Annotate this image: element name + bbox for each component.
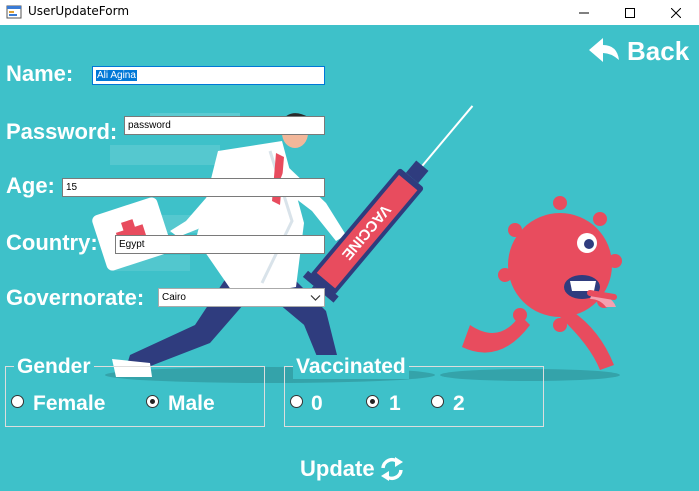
vaccinated-2-radio[interactable]	[431, 395, 444, 408]
maximize-icon	[625, 7, 635, 18]
governorate-label: Governorate:	[6, 285, 145, 310]
maximize-button[interactable]	[607, 0, 653, 25]
country-input-value: Egypt	[119, 239, 145, 250]
chevron-down-icon	[310, 295, 321, 301]
country-input[interactable]: Egypt	[115, 235, 325, 254]
vaccinated-0-radio[interactable]	[290, 395, 303, 408]
vaccinated-2-label: 2	[453, 392, 465, 415]
back-label: Back	[627, 35, 690, 66]
back-button[interactable]: Back	[587, 35, 689, 67]
window-title: UserUpdateForm	[28, 4, 130, 18]
close-icon	[671, 7, 681, 18]
vaccinated-1-radio[interactable]	[366, 395, 379, 408]
refresh-arrows-icon	[380, 457, 403, 481]
name-input[interactable]: Ali Agina	[92, 66, 325, 85]
age-input-value: 15	[66, 182, 78, 193]
name-label: Name:	[6, 61, 74, 86]
age-input[interactable]: 15	[62, 178, 325, 197]
curved-arrow-left-icon	[589, 38, 619, 62]
virus-character	[462, 196, 622, 370]
vaccinated-group-title: Vaccinated	[293, 355, 409, 379]
update-button[interactable]: Update	[300, 455, 406, 483]
password-input[interactable]: password	[124, 116, 325, 135]
governorate-select-value: Cairo	[162, 292, 186, 303]
vaccinated-0-label: 0	[311, 392, 323, 415]
gender-female-label: Female	[33, 392, 106, 415]
password-label: Password:	[6, 119, 118, 144]
close-button[interactable]	[653, 0, 699, 25]
gender-male-label: Male	[168, 392, 215, 415]
name-input-value: Ali Agina	[96, 70, 137, 81]
app-form-icon	[6, 5, 22, 19]
minimize-icon	[579, 12, 589, 13]
vaccinated-1-label: 1	[389, 392, 401, 415]
gender-female-radio[interactable]	[11, 395, 24, 408]
minimize-button[interactable]	[561, 0, 607, 25]
age-label: Age:	[6, 173, 55, 198]
country-label: Country:	[6, 230, 98, 255]
governorate-select[interactable]: Cairo	[158, 288, 325, 307]
form-client-area: VACCINE Back Name: Ali Agina Password: p…	[0, 25, 699, 491]
gender-male-radio[interactable]	[146, 395, 159, 408]
update-label: Update	[300, 456, 375, 481]
gender-group-title: Gender	[14, 355, 94, 379]
title-bar: UserUpdateForm	[0, 0, 699, 25]
password-input-value: password	[128, 120, 171, 131]
